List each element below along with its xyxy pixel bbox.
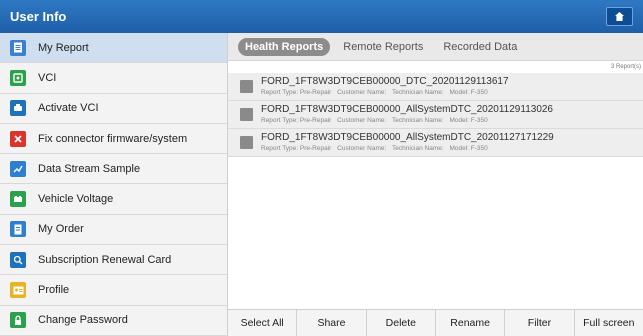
report-info: FORD_1FT8W3DT9CEB00000_AllSystemDTC_2020…	[261, 104, 553, 125]
report-info: FORD_1FT8W3DT9CEB00000_DTC_2020112911361…	[261, 76, 509, 97]
full-screen-button[interactable]: Full screen	[575, 310, 643, 336]
report-type: Report Type: Pre-Repair	[261, 89, 332, 96]
technician-name: Technician Name:	[391, 117, 444, 124]
share-button[interactable]: Share	[297, 310, 367, 336]
sidebar-item-my-report[interactable]: My Report	[0, 33, 227, 64]
sidebar-item-label: Data Stream Sample	[38, 162, 141, 175]
sidebar-item-label: VCI	[38, 71, 57, 84]
home-icon	[615, 12, 624, 21]
report-name: FORD_1FT8W3DT9CEB00000_AllSystemDTC_2020…	[261, 132, 554, 143]
report-checkbox[interactable]	[240, 80, 253, 93]
report-meta: Report Type: Pre-Repair Customer Name: T…	[261, 88, 509, 97]
sidebar-item-label: Fix connector firmware/system	[38, 132, 188, 145]
vehicle-voltage-icon	[10, 191, 26, 208]
home-button[interactable]	[606, 7, 633, 26]
action-bar: Select All Share Delete Rename Filter Fu…	[228, 309, 643, 336]
sidebar-item-profile[interactable]: Profile	[0, 275, 227, 306]
report-checkbox[interactable]	[240, 108, 253, 121]
sidebar: My Report VCI Activate VCI Fix connector…	[0, 33, 228, 336]
tab-health-reports[interactable]: Health Reports	[238, 37, 331, 56]
page-title: User Info	[10, 9, 67, 24]
title-bar: User Info	[0, 0, 643, 33]
sidebar-item-label: Profile	[38, 284, 70, 297]
report-checkbox[interactable]	[240, 136, 253, 149]
technician-name: Technician Name:	[391, 89, 444, 96]
vci-icon	[10, 69, 26, 86]
sidebar-item-vci[interactable]: VCI	[0, 63, 227, 94]
sidebar-item-label: Change Password	[38, 314, 128, 327]
delete-button[interactable]: Delete	[367, 310, 436, 336]
main-panel: Health Reports Remote Reports Recorded D…	[228, 33, 643, 336]
sidebar-item-change-password[interactable]: Change Password	[0, 306, 227, 336]
sidebar-item-activate-vci[interactable]: Activate VCI	[0, 94, 227, 124]
order-icon	[10, 221, 26, 238]
sidebar-item-vehicle-voltage[interactable]: Vehicle Voltage	[0, 184, 227, 215]
subscription-search-icon	[10, 251, 26, 268]
report-meta: Report Type: Pre-Repair Customer Name: T…	[261, 144, 554, 153]
report-row[interactable]: FORD_1FT8W3DT9CEB00000_AllSystemDTC_2020…	[228, 101, 643, 129]
report-meta: Report Type: Pre-Repair Customer Name: T…	[261, 116, 553, 125]
fix-connector-icon	[10, 130, 26, 147]
vehicle-model: Model: F-350	[449, 145, 488, 152]
sidebar-item-my-order[interactable]: My Order	[0, 215, 227, 246]
activate-vci-icon	[10, 100, 26, 117]
sidebar-item-label: Activate VCI	[38, 102, 99, 115]
report-type: Report Type: Pre-Repair	[261, 145, 332, 152]
report-icon	[10, 39, 26, 56]
tab-bar: Health Reports Remote Reports Recorded D…	[228, 33, 643, 61]
report-count: 3 Report(s)	[610, 64, 641, 70]
profile-icon	[10, 282, 26, 299]
report-type: Report Type: Pre-Repair	[261, 117, 332, 124]
vehicle-model: Model: F-350	[449, 89, 488, 96]
report-name: FORD_1FT8W3DT9CEB00000_DTC_2020112911361…	[261, 76, 509, 87]
sidebar-item-subscription-renewal-card[interactable]: Subscription Renewal Card	[0, 245, 227, 276]
vehicle-model: Model: F-350	[449, 117, 488, 124]
rename-button[interactable]: Rename	[436, 310, 506, 336]
sidebar-item-fix-connector[interactable]: Fix connector firmware/system	[0, 124, 227, 155]
sidebar-item-data-stream-sample[interactable]: Data Stream Sample	[0, 154, 227, 185]
customer-name: Customer Name:	[337, 145, 387, 152]
technician-name: Technician Name:	[391, 145, 444, 152]
select-all-button[interactable]: Select All	[228, 310, 298, 336]
lock-icon	[10, 312, 26, 329]
sidebar-item-label: My Order	[38, 223, 84, 236]
sidebar-item-label: My Report	[38, 41, 89, 54]
tab-recorded-data[interactable]: Recorded Data	[436, 38, 524, 56]
customer-name: Customer Name:	[337, 117, 387, 124]
data-stream-icon	[10, 160, 26, 177]
report-info: FORD_1FT8W3DT9CEB00000_AllSystemDTC_2020…	[261, 132, 554, 153]
sidebar-item-label: Subscription Renewal Card	[38, 253, 172, 266]
report-row[interactable]: FORD_1FT8W3DT9CEB00000_AllSystemDTC_2020…	[228, 129, 643, 157]
tab-remote-reports[interactable]: Remote Reports	[336, 38, 430, 56]
sidebar-item-label: Vehicle Voltage	[38, 193, 114, 206]
filter-button[interactable]: Filter	[505, 310, 575, 336]
customer-name: Customer Name:	[337, 89, 387, 96]
report-name: FORD_1FT8W3DT9CEB00000_AllSystemDTC_2020…	[261, 104, 553, 115]
report-row[interactable]: FORD_1FT8W3DT9CEB00000_DTC_2020112911361…	[228, 73, 643, 101]
